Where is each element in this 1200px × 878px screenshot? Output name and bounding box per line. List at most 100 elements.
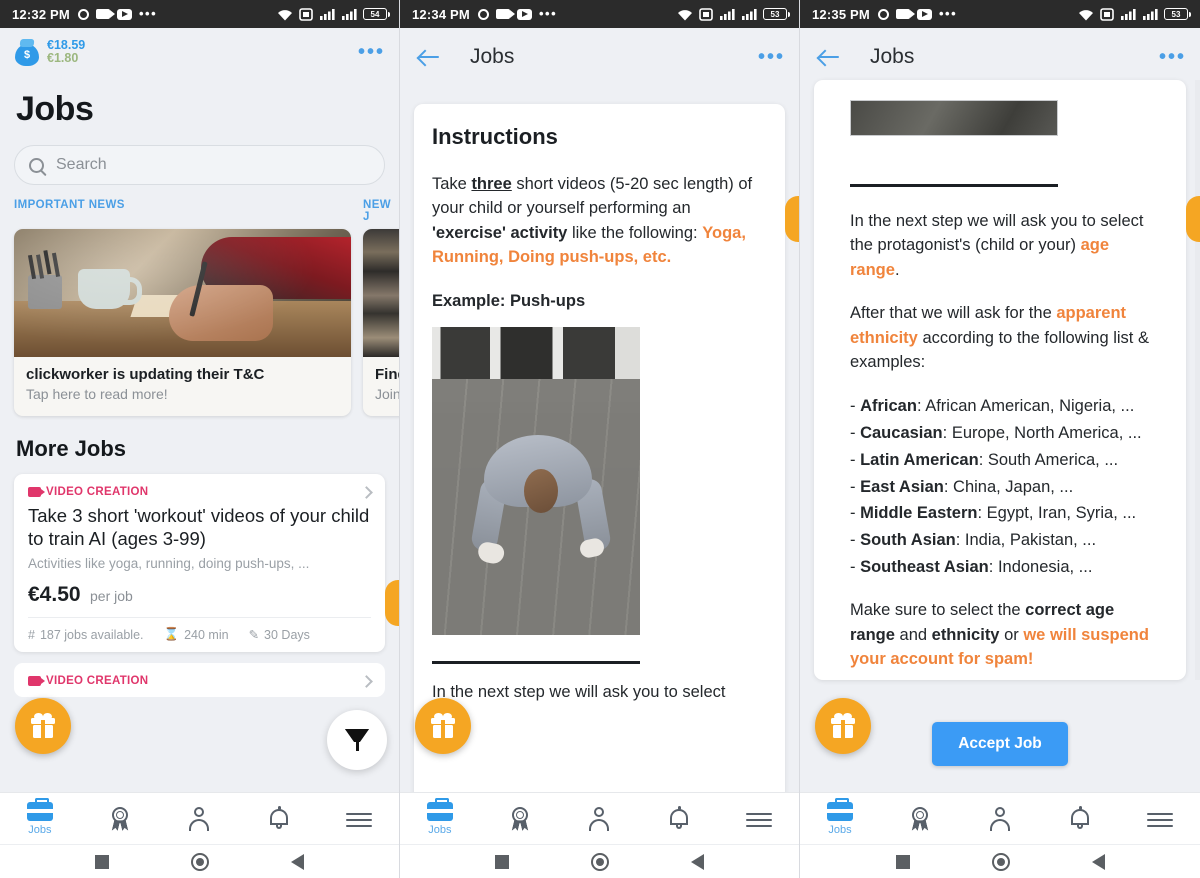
demo-video-thumbnail-cut[interactable] — [850, 100, 1058, 136]
nav-item-profile[interactable] — [960, 807, 1040, 831]
youtube-icon — [516, 8, 532, 20]
back-arrow-icon[interactable] — [816, 44, 842, 70]
recents-square-icon[interactable] — [895, 854, 910, 869]
youtube-icon — [116, 8, 132, 20]
signal-2-icon — [342, 8, 357, 20]
instructions-paragraph: Take three short videos (5-20 sec length… — [432, 172, 767, 270]
overflow-menu-button[interactable]: ••• — [358, 42, 385, 62]
nav-item-jobs[interactable]: Jobs — [400, 797, 480, 836]
search-placeholder: Search — [56, 156, 107, 173]
nav-item-profile[interactable] — [560, 807, 640, 831]
nav-item-jobs[interactable]: Jobs — [0, 797, 80, 836]
nav-item-profile[interactable] — [160, 807, 240, 831]
instructions-sheet: Instructions Take three short videos (5-… — [414, 104, 785, 804]
home-circle-icon[interactable] — [191, 852, 209, 871]
nav-item-rewards[interactable] — [880, 806, 960, 831]
wifi-icon — [278, 9, 292, 20]
funnel-icon — [345, 729, 369, 751]
job-card[interactable]: VIDEO CREATION Take 3 short 'workout' vi… — [14, 474, 385, 653]
push-up-demo-video[interactable] — [432, 327, 640, 636]
text-emphasis-ethnicity: ethnicity — [931, 625, 1000, 644]
filter-fab[interactable] — [327, 710, 387, 770]
back-triangle-icon[interactable] — [691, 853, 704, 870]
nav-item-notifications[interactable] — [1040, 805, 1120, 831]
status-bar: 12:34 PM ••• 53 — [400, 0, 799, 28]
scrollbar[interactable] — [1195, 80, 1200, 680]
news-card[interactable]: Find Join — [363, 229, 399, 416]
ethnicity-examples: Europe, North America, ... — [951, 424, 1142, 443]
text-emphasis-three: three — [471, 175, 512, 193]
job-category: VIDEO CREATION — [28, 486, 371, 498]
balance-secondary: €1.80 — [47, 51, 79, 65]
briefcase-icon — [827, 797, 853, 821]
job-category: VIDEO CREATION — [28, 675, 371, 687]
ethnicity-name: Caucasian — [860, 424, 943, 443]
job-card[interactable]: VIDEO CREATION — [14, 663, 385, 698]
screenshot-icon — [1100, 7, 1114, 21]
back-triangle-icon[interactable] — [291, 853, 304, 870]
page-title: Jobs — [870, 45, 915, 68]
screenshot-icon — [699, 7, 713, 21]
side-promo-tab[interactable] — [1186, 196, 1200, 242]
phone-screen-jobs-list: 12:32 PM ••• 54 $ €18.59 €1.80 ••• Jobs … — [0, 0, 400, 878]
text-fragment: and — [894, 625, 932, 644]
overflow-menu-button[interactable]: ••• — [1159, 47, 1186, 67]
overflow-menu-button[interactable]: ••• — [758, 47, 785, 67]
nav-item-rewards[interactable] — [480, 806, 560, 831]
bell-icon — [1069, 805, 1091, 831]
bottom-navigation: Jobs — [800, 792, 1200, 844]
person-icon — [187, 807, 211, 831]
job-details-sheet: In the next step we will ask you to sele… — [814, 80, 1186, 680]
three-phone-screenshots: 12:32 PM ••• 54 $ €18.59 €1.80 ••• Jobs … — [0, 0, 1200, 878]
home-circle-icon[interactable] — [591, 852, 609, 871]
ethnicity-list: - African: African American, Nigeria, ..… — [850, 393, 1150, 580]
hourglass-icon: ⌛ — [163, 627, 180, 642]
back-triangle-icon[interactable] — [1091, 853, 1105, 870]
nav-item-notifications[interactable] — [239, 805, 319, 831]
recents-square-icon[interactable] — [495, 854, 509, 869]
gift-icon — [31, 713, 55, 738]
hash-icon: # — [28, 627, 35, 642]
wifi-icon — [1079, 9, 1093, 20]
back-arrow-icon[interactable] — [416, 44, 442, 70]
gift-fab[interactable] — [15, 698, 71, 754]
job-meta-row: #187 jobs available. ⌛ 240 min ✎ 30 Days — [28, 617, 371, 652]
list-item: - Southeast Asian: Indonesia, ... — [850, 557, 1093, 576]
side-promo-tab[interactable] — [385, 580, 399, 626]
nav-item-menu[interactable] — [1120, 811, 1200, 827]
nav-item-menu[interactable] — [319, 811, 399, 827]
overflow-dots-icon: ••• — [138, 6, 158, 21]
news-card-image — [363, 229, 399, 357]
instructions-heading: Instructions — [432, 124, 558, 149]
news-card[interactable]: clickworker is updating their T&C Tap he… — [14, 229, 351, 416]
nav-item-label: Jobs — [828, 823, 852, 836]
news-card-title: clickworker is updating their T&C — [26, 366, 265, 383]
gift-fab[interactable] — [415, 698, 471, 754]
home-circle-icon[interactable] — [991, 852, 1010, 871]
status-bar-time: 12:34 PM — [412, 6, 470, 22]
nav-item-menu[interactable] — [719, 811, 799, 827]
ethnicity-name: Middle Eastern — [860, 504, 978, 523]
page-title: Jobs — [16, 90, 94, 128]
battery-indicator: 53 — [1164, 8, 1191, 20]
search-input[interactable]: Search — [14, 145, 385, 185]
list-item: - Latin American: South America, ... — [850, 450, 1119, 469]
status-bar: 12:35 PM ••• 53 — [800, 0, 1200, 28]
nav-item-notifications[interactable] — [639, 805, 719, 831]
nav-item-rewards[interactable] — [80, 806, 160, 831]
warning-paragraph: Make sure to select the correct age rang… — [850, 598, 1150, 671]
nav-item-jobs[interactable]: Jobs — [800, 797, 880, 836]
badge-icon — [108, 806, 132, 831]
recents-square-icon[interactable] — [95, 854, 109, 869]
android-system-nav — [800, 844, 1200, 878]
list-item: - African: African American, Nigeria, ..… — [850, 397, 1135, 416]
accept-job-button[interactable]: Accept Job — [932, 722, 1068, 766]
gear-icon — [77, 8, 89, 20]
example-label: Example: Push-ups — [432, 291, 586, 310]
video-camera-icon — [495, 9, 515, 19]
gift-fab[interactable] — [815, 698, 871, 754]
money-bag-icon: $ — [14, 38, 40, 66]
side-promo-tab[interactable] — [785, 196, 799, 242]
screenshot-icon — [299, 7, 313, 21]
news-card-subtitle: Tap here to read more! — [26, 386, 168, 402]
